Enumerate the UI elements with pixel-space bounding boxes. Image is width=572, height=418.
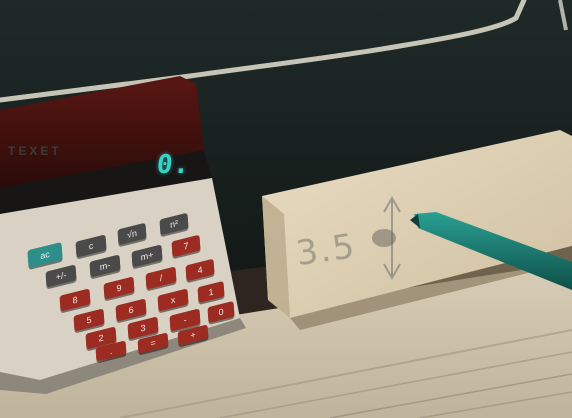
calculator-brand: TEXET <box>8 144 62 158</box>
scene-art <box>0 0 572 418</box>
game-scene: TEXET 0. 3.5 ac c √n n² +/- m-m+ 7 8 9/4 5 6 x 1 2 3-0… <box>0 0 572 418</box>
calculator-display: 0. <box>155 150 192 180</box>
